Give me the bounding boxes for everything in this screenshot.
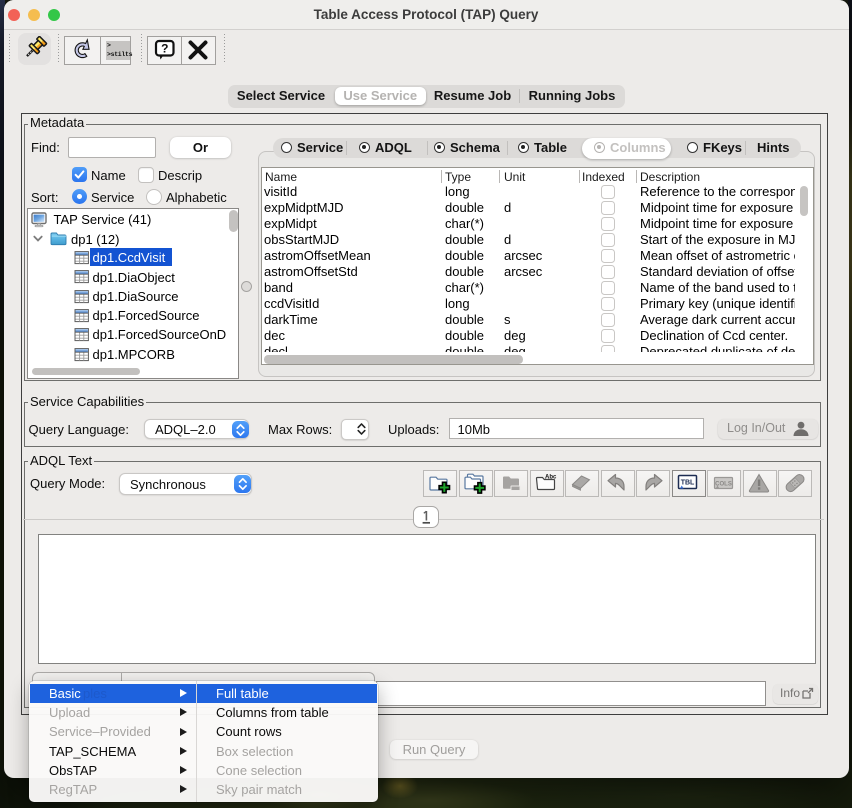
svg-text:Abc: Abc	[545, 475, 557, 481]
svg-text:TBL: TBL	[681, 480, 695, 487]
